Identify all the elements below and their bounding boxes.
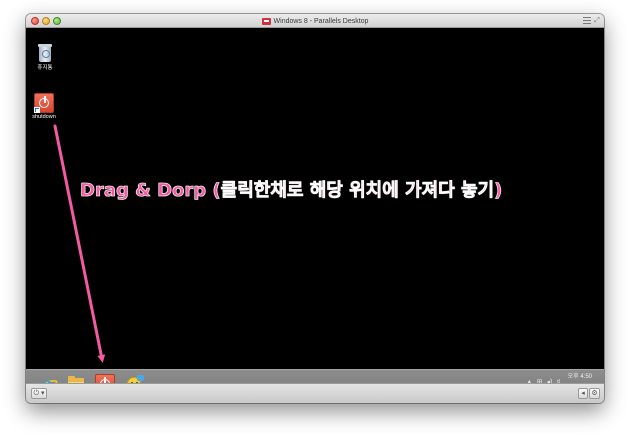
- settings-button[interactable]: ⚙: [589, 388, 600, 399]
- parallels-icon: [261, 17, 271, 25]
- taskbar-messenger-button[interactable]: [125, 374, 145, 383]
- vm-screen[interactable]: 휴지통 shutdown Drag & Dorp (클릭한채로 해당 위치에 가…: [26, 28, 604, 383]
- title-bar[interactable]: Windows 8 - Parallels Desktop ⤢: [26, 14, 604, 28]
- fullscreen-icon[interactable]: ⤢: [593, 17, 601, 25]
- windows-taskbar: e ▲ ⊞ ◂) ♯ 오후 4:50 2014-02-: [26, 369, 604, 383]
- parallels-status-bar: ⏻ ▾ ◂ ⚙: [26, 383, 604, 403]
- clock-time: 오후 4:50: [567, 374, 592, 380]
- window-title: Windows 8 - Parallels Desktop: [273, 17, 369, 25]
- power-menu-button[interactable]: ⏻ ▾: [31, 388, 47, 399]
- drag-arrow-icon: [53, 124, 106, 363]
- taskbar-shutdown-button[interactable]: [95, 374, 115, 383]
- taskbar-ie-button[interactable]: e: [37, 372, 59, 383]
- parallels-window: Windows 8 - Parallels Desktop ⤢ 휴지통 shut…: [26, 14, 604, 403]
- back-button[interactable]: ◂: [578, 388, 588, 399]
- drag-drop-annotation: Drag & Dorp (클릭한채로 해당 위치에 가져다 놓기): [80, 180, 503, 202]
- taskbar-clock[interactable]: 오후 4:50 2014-02-13: [561, 373, 592, 383]
- taskbar-explorer-button[interactable]: [66, 374, 86, 383]
- window-title-group: Windows 8 - Parallels Desktop: [26, 14, 604, 28]
- list-icon[interactable]: [583, 17, 591, 25]
